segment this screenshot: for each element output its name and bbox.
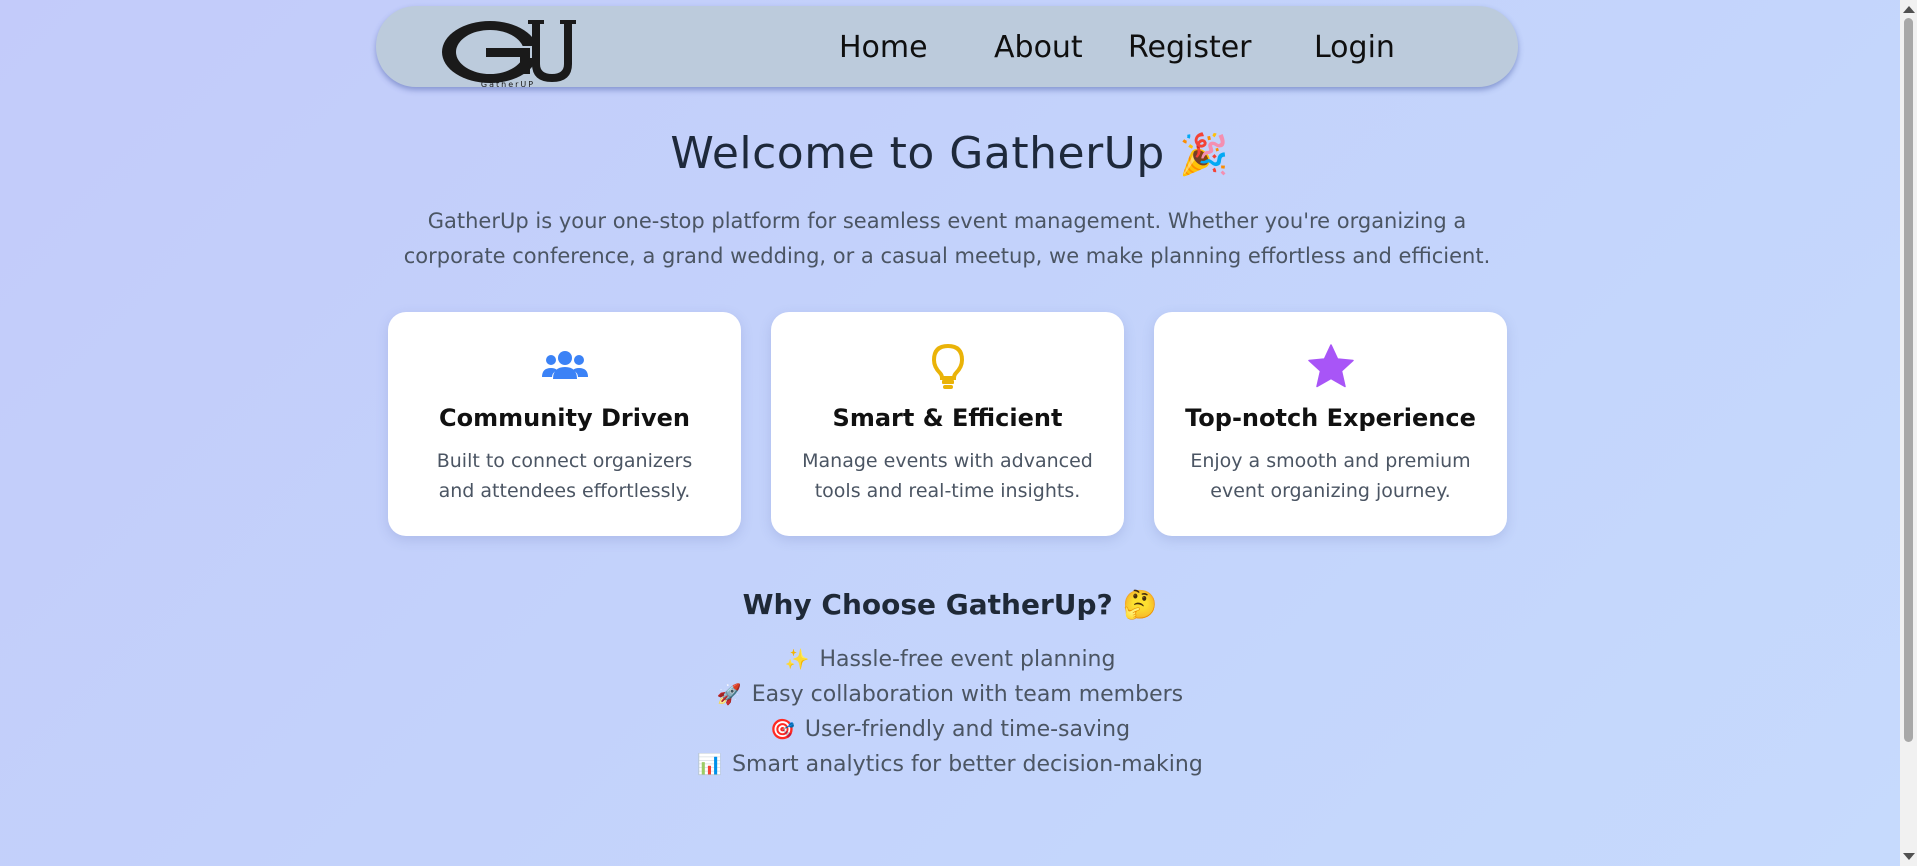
list-item: 🚀 Easy collaboration with team members	[0, 677, 1900, 712]
nav-about-link[interactable]: About	[994, 30, 1083, 65]
logo-subtitle: GatherUP	[481, 80, 535, 88]
sparkles-icon: ✨	[784, 647, 810, 671]
feature-card-community: Community Driven Built to connect organi…	[388, 312, 741, 536]
users-icon	[388, 342, 741, 390]
scroll-up-arrow-icon[interactable]	[1903, 6, 1915, 13]
hero-description: GatherUp is your one-stop platform for s…	[403, 209, 1491, 268]
target-icon: 🎯	[769, 717, 795, 741]
scroll-down-arrow-icon[interactable]	[1903, 853, 1915, 860]
party-popper-icon: 🎉	[1179, 132, 1230, 178]
feature-title: Community Driven	[439, 404, 690, 432]
feature-title: Smart & Efficient	[832, 404, 1063, 432]
feature-title: Top-notch Experience	[1185, 404, 1476, 432]
feature-description: Enjoy a smooth and premium event organiz…	[1190, 450, 1471, 502]
lightbulb-icon	[771, 342, 1124, 390]
scrollbar-thumb[interactable]	[1904, 18, 1913, 742]
star-icon	[1154, 342, 1507, 390]
vertical-scrollbar[interactable]	[1900, 0, 1917, 866]
bar-chart-icon: 📊	[697, 752, 723, 776]
benefits-list: ✨ Hassle-free event planning 🚀 Easy collab…	[0, 642, 1900, 782]
benefit-text: User-friendly and time-saving	[804, 717, 1131, 742]
rocket-icon: 🚀	[716, 682, 742, 706]
why-choose-heading: Why Choose GatherUp? 🤔	[0, 588, 1900, 621]
nav-login-link[interactable]: Login	[1314, 30, 1395, 65]
feature-description: Manage events with advanced tools and re…	[802, 450, 1093, 502]
page-title: Welcome to GatherUp 🎉	[0, 128, 1900, 179]
feature-description: Built to connect organizers and attendee…	[436, 450, 693, 502]
feature-card-experience: Top-notch Experience Enjoy a smooth and …	[1154, 312, 1507, 536]
list-item: ✨ Hassle-free event planning	[0, 642, 1900, 677]
benefit-text: Smart analytics for better decision-maki…	[732, 752, 1203, 777]
thinking-face-icon: 🤔	[1122, 588, 1158, 621]
why-choose-text: Why Choose GatherUp?	[742, 588, 1113, 621]
list-item: 🎯 User-friendly and time-saving	[0, 712, 1900, 747]
page-title-text: Welcome to GatherUp	[670, 128, 1165, 179]
nav-home-link[interactable]: Home	[839, 30, 928, 65]
benefit-text: Easy collaboration with team members	[751, 682, 1184, 707]
gatherup-logo[interactable]: GatherUP	[428, 12, 588, 89]
list-item: 📊 Smart analytics for better decision-mak…	[0, 747, 1900, 782]
nav-register-link[interactable]: Register	[1128, 30, 1252, 65]
benefit-text: Hassle-free event planning	[819, 647, 1116, 672]
navbar: GatherUP Home About Register Login	[376, 6, 1518, 89]
feature-card-smart: Smart & Efficient Manage events with adv…	[771, 312, 1124, 536]
